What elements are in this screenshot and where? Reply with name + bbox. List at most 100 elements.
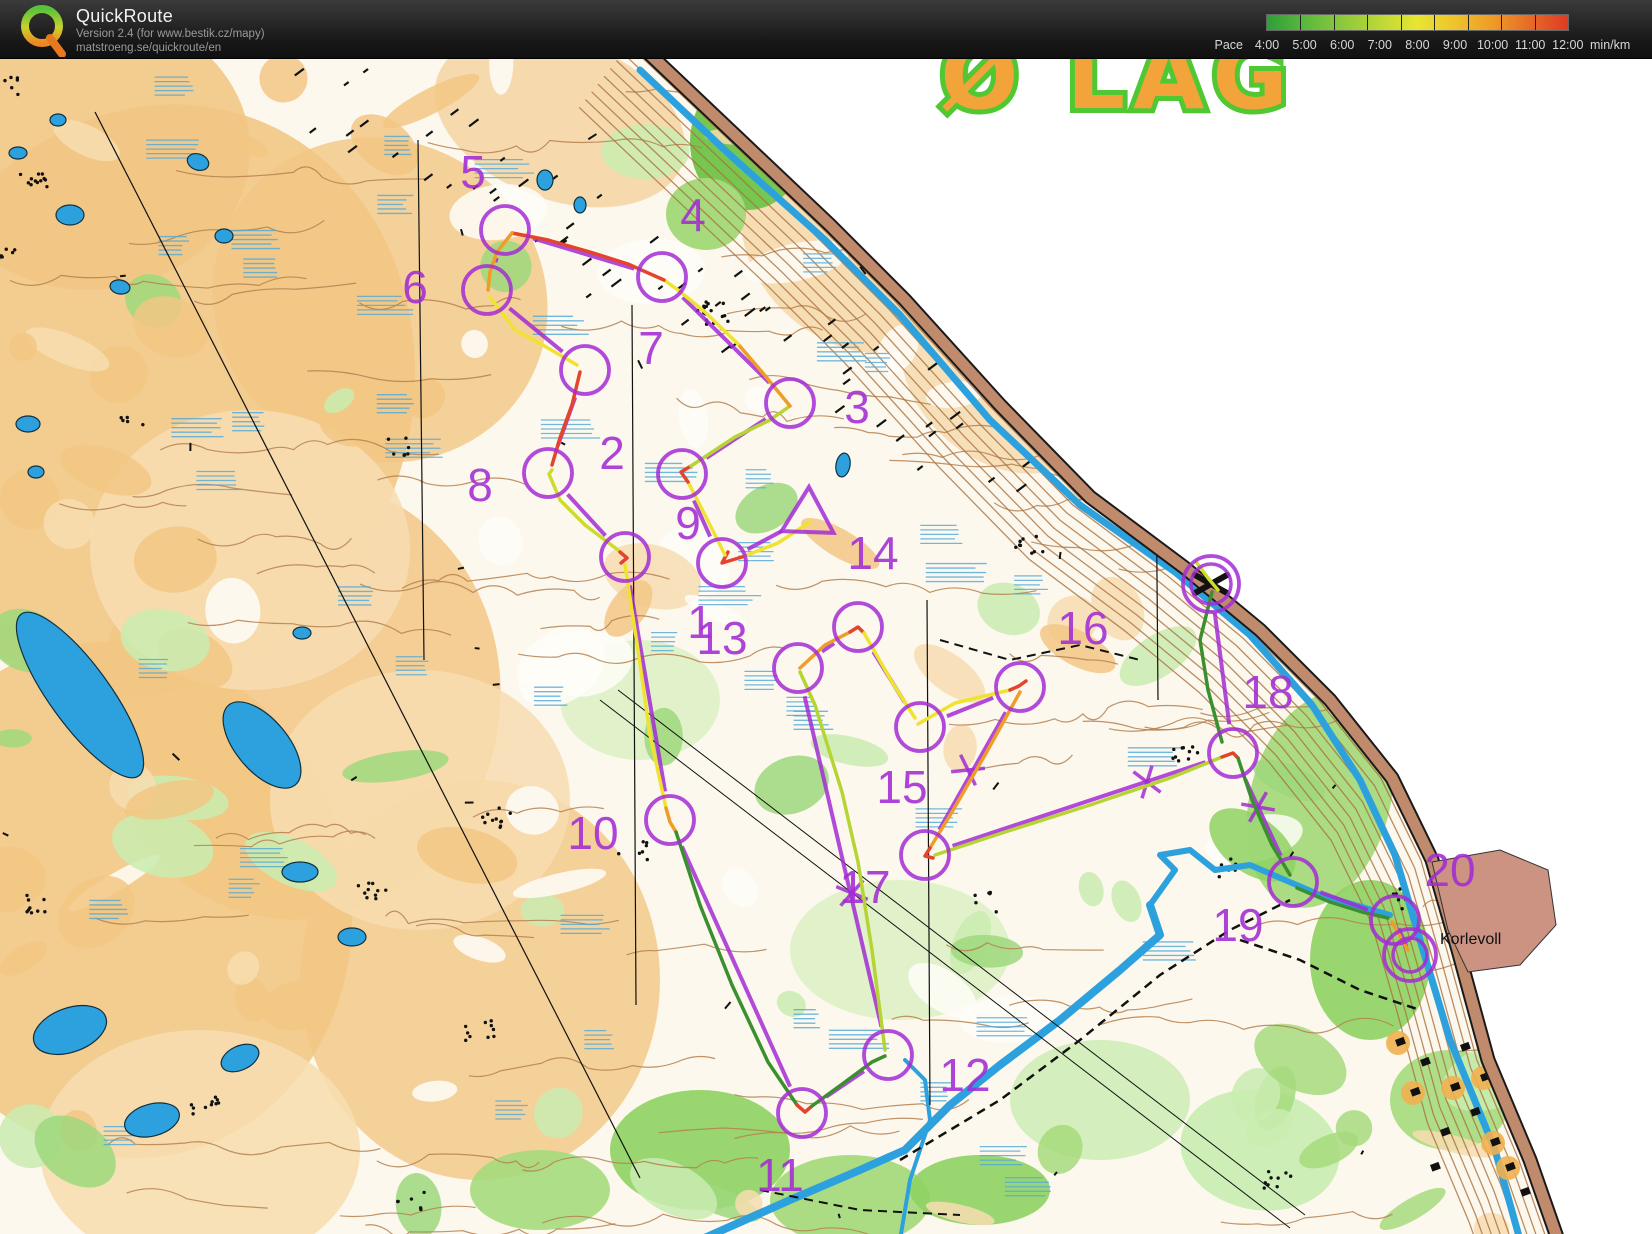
stone-dots: [214, 1102, 217, 1105]
stone-dots: [466, 1031, 469, 1034]
pace-label: Pace: [1215, 38, 1244, 52]
stone-dots: [1276, 1176, 1279, 1179]
stone-dots: [1014, 546, 1017, 549]
control-number: 2: [599, 427, 625, 479]
stone-dots: [44, 178, 47, 181]
pace-bar-tick: [1334, 15, 1335, 30]
stone-dots: [702, 304, 705, 307]
stone-dots: [43, 910, 46, 913]
stone-dots: [1174, 755, 1177, 758]
stone-dots: [1188, 750, 1191, 753]
stone-dots: [646, 858, 649, 861]
quickroute-logo-icon: [12, 1, 70, 57]
stone-dots: [1172, 748, 1175, 751]
pace-tick-label: 11:00: [1515, 38, 1545, 52]
app-title: QuickRoute: [76, 6, 173, 27]
stone-dots: [468, 1035, 471, 1038]
map-canvas[interactable]: 1234567891011121314151617181920 Korlevol…: [0, 0, 1652, 1234]
stone-dots: [392, 452, 395, 455]
pace-tick-label: 4:00: [1255, 38, 1279, 52]
stone-dots: [34, 179, 37, 182]
cliff-mark: [475, 648, 480, 649]
stone-dots: [371, 882, 374, 885]
stone-dots: [492, 1035, 495, 1038]
stone-dots: [37, 172, 40, 175]
stone-dots: [642, 840, 645, 843]
stone-dots: [126, 416, 129, 419]
stone-dots: [27, 181, 30, 184]
stone-dots: [3, 79, 6, 82]
pace-bar-tick: [1468, 15, 1469, 30]
stone-dots: [367, 888, 370, 891]
stone-dots: [387, 438, 390, 441]
lake: [574, 197, 586, 213]
pace-tick-label: 10:00: [1477, 38, 1508, 52]
stone-dots: [5, 248, 8, 251]
stone-dots: [406, 452, 409, 455]
control-number: 6: [402, 261, 428, 313]
control-number: 8: [467, 459, 493, 511]
stone-dots: [486, 813, 489, 816]
pace-bar-tick: [1501, 15, 1502, 30]
cliff-mark: [120, 276, 126, 277]
lake: [537, 170, 553, 190]
stone-dots: [509, 812, 512, 815]
pace-bar-tick: [1535, 15, 1536, 30]
cliff-mark: [458, 568, 464, 569]
stone-dots: [36, 909, 39, 912]
stone-dots: [10, 86, 13, 89]
stone-dots: [1229, 857, 1232, 860]
lake: [16, 416, 40, 432]
stone-dots: [402, 454, 405, 457]
stone-dots: [384, 888, 387, 891]
stone-dots: [376, 889, 379, 892]
quickroute-window: 1234567891011121314151617181920 Korlevol…: [0, 0, 1652, 1234]
control-number: 9: [675, 497, 701, 549]
lake: [50, 114, 66, 126]
stone-dots: [1284, 1171, 1287, 1174]
stone-dots: [490, 1024, 493, 1027]
stone-dots: [16, 78, 19, 81]
pace-bar-tick: [1300, 15, 1301, 30]
stone-dots: [645, 841, 648, 844]
stone-dots: [9, 76, 12, 79]
stone-dots: [995, 910, 998, 913]
stone-dots: [464, 1039, 467, 1042]
pace-tick-label: 8:00: [1405, 38, 1429, 52]
stone-dots: [1030, 551, 1033, 554]
stone-dots: [191, 1112, 194, 1115]
pace-bar-tick: [1401, 15, 1402, 30]
url-line: matstroeng.se/quickroute/en: [76, 42, 221, 54]
stone-dots: [404, 436, 407, 439]
control-number: 14: [847, 527, 898, 579]
stone-dots: [483, 821, 486, 824]
stone-dots: [1218, 875, 1221, 878]
control-number: 4: [680, 189, 706, 241]
stone-dots: [30, 911, 33, 914]
stone-dots: [45, 185, 48, 188]
stone-dots: [481, 815, 484, 818]
stone-dots: [27, 908, 30, 911]
stone-dots: [42, 898, 45, 901]
stone-dots: [13, 248, 16, 251]
stone-dots: [25, 894, 28, 897]
pace-tick-label: 9:00: [1443, 38, 1467, 52]
stone-dots: [1191, 745, 1194, 748]
stone-dots: [422, 1191, 425, 1194]
pace-tick-label: 6:00: [1330, 38, 1354, 52]
stone-dots: [407, 446, 410, 449]
lake: [28, 466, 44, 478]
stone-dots: [499, 820, 502, 823]
stone-dots: [396, 1200, 399, 1203]
control-number: 11: [756, 1149, 804, 1201]
stone-dots: [1397, 898, 1400, 901]
stone-dots: [1196, 751, 1199, 754]
stone-dots: [491, 819, 494, 822]
stone-dots: [726, 320, 729, 323]
stone-dots: [1400, 907, 1403, 910]
lake: [9, 147, 27, 159]
lake: [215, 229, 233, 243]
stone-dots: [486, 1036, 489, 1039]
stone-dots: [497, 806, 500, 809]
stone-dots: [645, 844, 648, 847]
